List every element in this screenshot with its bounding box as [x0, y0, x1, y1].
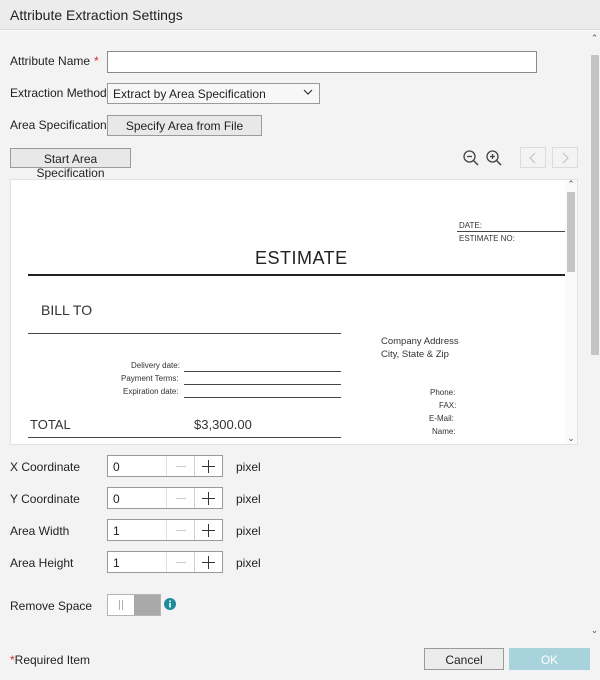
document-preview[interactable]: DATE: ESTIMATE NO: ESTIMATE BILL TO Comp…	[10, 179, 578, 445]
zoom-out-icon[interactable]	[462, 149, 480, 167]
increment-button[interactable]	[194, 488, 222, 508]
y-coordinate-label: Y Coordinate	[10, 492, 80, 506]
minus-icon	[176, 498, 186, 499]
total-label: TOTAL	[30, 417, 71, 432]
x-coordinate-stepper[interactable]: 0	[107, 455, 223, 477]
date-label: DATE:	[459, 221, 482, 230]
dialog-titlebar: Attribute Extraction Settings	[0, 0, 600, 30]
dialog-title: Attribute Extraction Settings	[10, 7, 183, 23]
area-width-label: Area Width	[10, 524, 70, 538]
ok-button[interactable]: OK	[509, 648, 590, 670]
dialog-content: Attribute Name * Extraction Method Extrac…	[0, 31, 588, 641]
y-coordinate-unit: pixel	[236, 492, 261, 506]
estimate-title: ESTIMATE	[255, 248, 348, 268]
increment-button[interactable]	[194, 552, 222, 572]
plus-icon-stem	[208, 556, 209, 569]
payment-terms-line	[184, 384, 341, 385]
x-coordinate-unit: pixel	[236, 460, 261, 474]
area-width-unit: pixel	[236, 524, 261, 538]
increment-button[interactable]	[194, 456, 222, 476]
area-height-label: Area Height	[10, 556, 74, 570]
minus-icon	[176, 466, 186, 467]
x-coordinate-value[interactable]: 0	[113, 460, 120, 474]
decrement-button[interactable]	[166, 552, 194, 572]
dialog-footer: *Required Item Cancel OK	[0, 641, 600, 680]
scroll-down-icon[interactable]: ⌄	[590, 625, 599, 635]
total-line	[28, 437, 341, 438]
area-width-stepper[interactable]: 1	[107, 519, 223, 541]
y-coordinate-value[interactable]: 0	[113, 492, 120, 506]
next-page-button[interactable]	[552, 147, 578, 168]
specify-area-from-file-button[interactable]: Specify Area from File	[107, 115, 262, 136]
attribute-name-label: Attribute Name *	[10, 54, 99, 68]
increment-button[interactable]	[194, 520, 222, 540]
total-value: $3,300.00	[194, 417, 252, 432]
remove-space-label: Remove Space	[10, 599, 93, 613]
phone-label: Phone:	[430, 388, 456, 397]
chevron-left-icon	[529, 152, 536, 164]
area-height-value[interactable]: 1	[113, 556, 120, 570]
area-height-unit: pixel	[236, 556, 261, 570]
estimate-document: DATE: ESTIMATE NO: ESTIMATE BILL TO Comp…	[11, 180, 567, 444]
attribute-name-input[interactable]	[107, 51, 537, 73]
info-icon[interactable]	[164, 598, 176, 610]
toggle-knob	[108, 595, 134, 615]
x-coordinate-label: X Coordinate	[10, 460, 81, 474]
area-specification-label: Area Specification	[10, 118, 107, 132]
y-coordinate-stepper[interactable]: 0	[107, 487, 223, 509]
minus-icon	[176, 530, 186, 531]
toggle-track	[134, 595, 160, 615]
delivery-date-line	[184, 371, 341, 372]
date-line	[457, 231, 567, 232]
dialog-scrollbar[interactable]: ⌃ ⌄	[588, 31, 600, 641]
title-rule	[28, 274, 567, 276]
cancel-button[interactable]: Cancel	[424, 648, 504, 670]
plus-icon-stem	[208, 460, 209, 473]
chevron-down-icon	[303, 89, 313, 95]
required-item-text: Required Item	[14, 653, 91, 667]
start-area-specification-button[interactable]: Start Area Specification	[10, 148, 131, 180]
name-label: Name:	[432, 427, 456, 436]
zoom-in-icon[interactable]	[485, 149, 503, 167]
preview-scroll-thumb[interactable]	[567, 192, 575, 272]
decrement-button[interactable]	[166, 456, 194, 476]
decrement-button[interactable]	[166, 488, 194, 508]
preview-scrollbar[interactable]: ⌃ ⌄	[565, 180, 577, 444]
previous-page-button[interactable]	[520, 147, 546, 168]
extraction-method-value: Extract by Area Specification	[113, 87, 266, 101]
fax-label: FAX:	[439, 401, 457, 410]
area-width-value[interactable]: 1	[113, 524, 120, 538]
chevron-right-icon	[562, 152, 569, 164]
bill-to-line	[28, 333, 341, 334]
decrement-button[interactable]	[166, 520, 194, 540]
scroll-up-icon[interactable]: ⌃	[590, 33, 599, 43]
company-address: Company Address	[381, 336, 459, 347]
expiration-date-label: Expiration date:	[123, 387, 179, 396]
required-marker: *	[94, 54, 99, 68]
extraction-method-label: Extraction Method	[10, 86, 107, 100]
bill-to-label: BILL TO	[41, 302, 93, 318]
remove-space-toggle[interactable]	[107, 594, 161, 616]
payment-terms-label: Payment Terms:	[121, 374, 179, 383]
estimate-no-label: ESTIMATE NO:	[459, 234, 515, 243]
dialog-scroll-thumb[interactable]	[591, 55, 599, 355]
email-label: E-Mail:	[429, 414, 454, 423]
city-state-zip: City, State & Zip	[381, 349, 449, 360]
required-item-note: *Required Item	[10, 653, 90, 667]
expiration-date-line	[184, 397, 341, 398]
delivery-date-label: Delivery date:	[131, 361, 180, 370]
extraction-method-select[interactable]: Extract by Area Specification	[107, 83, 320, 104]
scroll-up-icon[interactable]: ⌃	[566, 180, 576, 190]
plus-icon-stem	[208, 492, 209, 505]
scroll-down-icon[interactable]: ⌄	[566, 433, 576, 444]
plus-icon-stem	[208, 524, 209, 537]
minus-icon	[176, 562, 186, 563]
area-height-stepper[interactable]: 1	[107, 551, 223, 573]
